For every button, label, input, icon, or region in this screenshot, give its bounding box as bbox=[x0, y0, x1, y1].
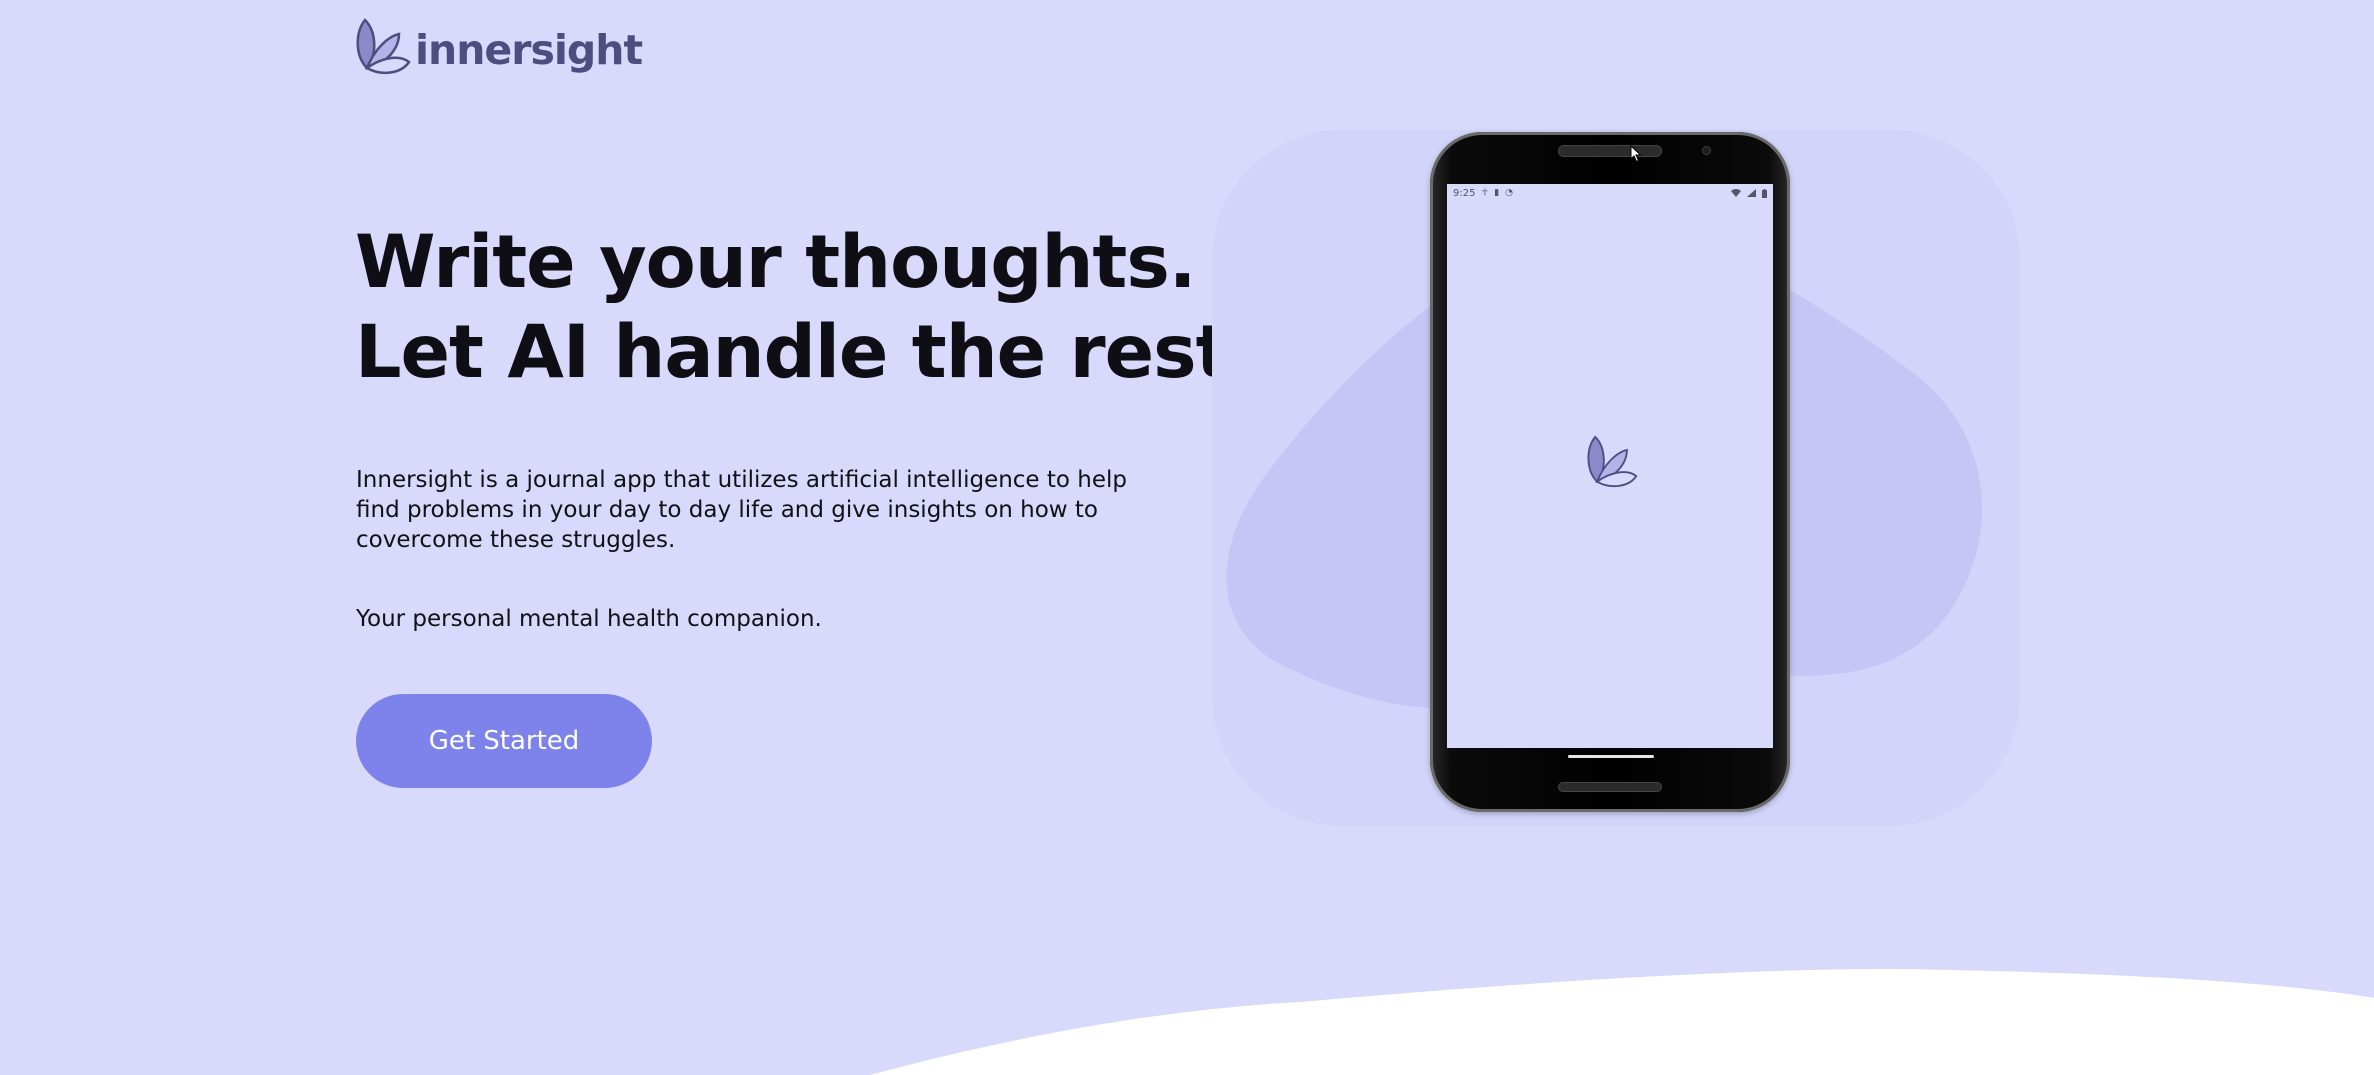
phone-mockup: 9:25 ☥ ▮ ◔ bbox=[1430, 132, 1790, 812]
landing-page: innersight Write your thoughts. Let AI h… bbox=[0, 0, 2374, 1075]
hero-tagline: Your personal mental health companion. bbox=[356, 606, 822, 632]
brand-name: innersight bbox=[415, 25, 643, 74]
home-indicator[interactable] bbox=[1568, 755, 1654, 758]
mouse-cursor-icon bbox=[1630, 145, 1642, 163]
phone-camera bbox=[1702, 146, 1711, 155]
hero-title-line-2: Let AI handle the rest. bbox=[355, 310, 1257, 395]
phone-screen: 9:25 ☥ ▮ ◔ bbox=[1447, 184, 1773, 748]
phone-status-bar: 9:25 ☥ ▮ ◔ bbox=[1447, 184, 1773, 202]
butterfly-leaves-icon bbox=[356, 18, 411, 75]
hero-title: Write your thoughts. Let AI handle the r… bbox=[355, 218, 1257, 398]
sd-card-icon: ▮ bbox=[1494, 187, 1500, 198]
signal-icon bbox=[1747, 189, 1756, 197]
get-started-button[interactable]: Get Started bbox=[356, 694, 652, 788]
status-bar-left: 9:25 ☥ ▮ ◔ bbox=[1453, 188, 1513, 199]
sync-icon: ◔ bbox=[1505, 187, 1513, 198]
battery-icon bbox=[1762, 188, 1767, 198]
hero-title-line-1: Write your thoughts. bbox=[355, 220, 1197, 305]
hero-description: Innersight is a journal app that utilize… bbox=[356, 467, 1128, 553]
butterfly-leaves-icon bbox=[1587, 435, 1638, 488]
phone-top-speaker bbox=[1558, 145, 1662, 157]
status-time: 9:25 bbox=[1453, 187, 1476, 199]
brand-logo-link[interactable]: innersight bbox=[355, 18, 643, 78]
bottom-wave-divider bbox=[870, 969, 2374, 1075]
status-bar-right bbox=[1731, 188, 1767, 198]
phone-bottom-speaker bbox=[1558, 782, 1662, 792]
phone-nav-bar bbox=[1447, 748, 1773, 774]
accessibility-icon: ☥ bbox=[1481, 187, 1489, 198]
wifi-icon bbox=[1731, 189, 1741, 197]
